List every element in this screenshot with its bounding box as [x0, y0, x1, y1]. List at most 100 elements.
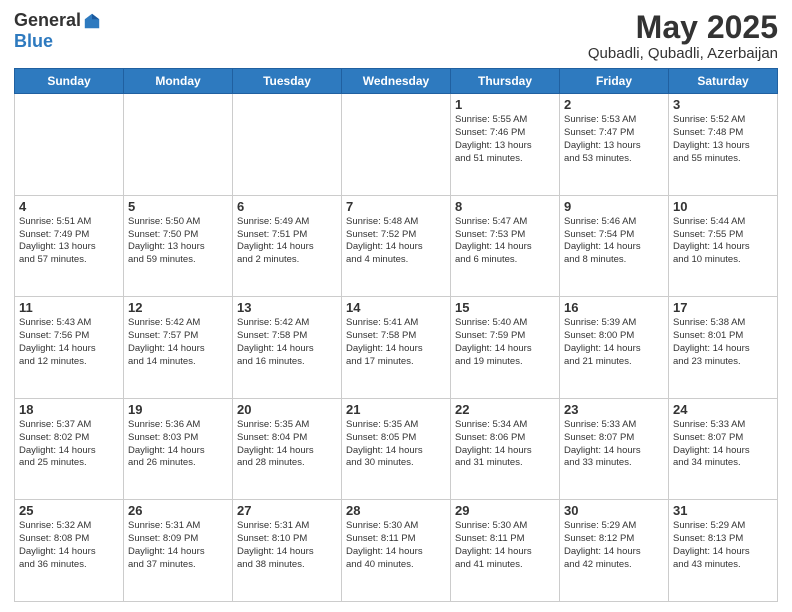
- calendar-cell: 27 Sunrise: 5:31 AM Sunset: 8:10 PM Dayli…: [233, 500, 342, 602]
- day-info: Sunrise: 5:39 AM Sunset: 8:00 PM Dayligh…: [564, 317, 664, 368]
- calendar-table: SundayMondayTuesdayWednesdayThursdayFrid…: [14, 68, 778, 602]
- day-info: Sunrise: 5:55 AM Sunset: 7:46 PM Dayligh…: [455, 114, 555, 165]
- day-info: Sunrise: 5:42 AM Sunset: 7:58 PM Dayligh…: [237, 317, 337, 368]
- day-number: 9: [564, 199, 664, 214]
- day-number: 31: [673, 503, 773, 518]
- calendar-cell: 23 Sunrise: 5:33 AM Sunset: 8:07 PM Dayli…: [560, 398, 669, 500]
- day-number: 27: [237, 503, 337, 518]
- day-number: 26: [128, 503, 228, 518]
- calendar-cell: 15 Sunrise: 5:40 AM Sunset: 7:59 PM Dayli…: [451, 297, 560, 399]
- day-number: 29: [455, 503, 555, 518]
- logo-icon: [83, 12, 101, 30]
- calendar-cell: 21Sunrise: 5:35 AM Sunset: 8:05 PM Dayli…: [342, 398, 451, 500]
- calendar-cell: 31 Sunrise: 5:29 AM Sunset: 8:13 PM Dayli…: [669, 500, 778, 602]
- calendar-cell: 4Sunrise: 5:51 AM Sunset: 7:49 PM Daylig…: [15, 195, 124, 297]
- calendar-cell: 12 Sunrise: 5:42 AM Sunset: 7:57 PM Dayli…: [124, 297, 233, 399]
- day-info: Sunrise: 5:34 AM Sunset: 8:06 PM Dayligh…: [455, 419, 555, 470]
- logo-blue: Blue: [14, 31, 53, 51]
- day-number: 17: [673, 300, 773, 315]
- day-number: 16: [564, 300, 664, 315]
- calendar-cell: 20 Sunrise: 5:35 AM Sunset: 8:04 PM Dayli…: [233, 398, 342, 500]
- day-number: 20: [237, 402, 337, 417]
- day-header-saturday: Saturday: [669, 69, 778, 94]
- day-number: 6: [237, 199, 337, 214]
- calendar-cell: 1Sunrise: 5:55 AM Sunset: 7:46 PM Daylig…: [451, 94, 560, 196]
- day-number: 25: [19, 503, 119, 518]
- day-info: Sunrise: 5:40 AM Sunset: 7:59 PM Dayligh…: [455, 317, 555, 368]
- day-number: 14: [346, 300, 446, 315]
- page: General Blue May 2025 Qubadli, Qubadli, …: [0, 0, 792, 612]
- day-number: 2: [564, 97, 664, 112]
- calendar-cell: 17Sunrise: 5:38 AM Sunset: 8:01 PM Dayli…: [669, 297, 778, 399]
- day-info: Sunrise: 5:46 AM Sunset: 7:54 PM Dayligh…: [564, 216, 664, 267]
- location: Qubadli, Qubadli, Azerbaijan: [588, 45, 778, 62]
- day-info: Sunrise: 5:31 AM Sunset: 8:10 PM Dayligh…: [237, 520, 337, 571]
- calendar-cell: 25 Sunrise: 5:32 AM Sunset: 8:08 PM Dayli…: [15, 500, 124, 602]
- calendar-cell: 6Sunrise: 5:49 AM Sunset: 7:51 PM Daylig…: [233, 195, 342, 297]
- day-number: 7: [346, 199, 446, 214]
- day-info: Sunrise: 5:30 AM Sunset: 8:11 PM Dayligh…: [455, 520, 555, 571]
- calendar-cell: 2Sunrise: 5:53 AM Sunset: 7:47 PM Daylig…: [560, 94, 669, 196]
- day-info: Sunrise: 5:30 AM Sunset: 8:11 PM Dayligh…: [346, 520, 446, 571]
- calendar-cell: 28 Sunrise: 5:30 AM Sunset: 8:11 PM Dayli…: [342, 500, 451, 602]
- calendar-cell: 14Sunrise: 5:41 AM Sunset: 7:58 PM Dayli…: [342, 297, 451, 399]
- day-info: Sunrise: 5:42 AM Sunset: 7:57 PM Dayligh…: [128, 317, 228, 368]
- day-number: 3: [673, 97, 773, 112]
- calendar-cell: 30Sunrise: 5:29 AM Sunset: 8:12 PM Dayli…: [560, 500, 669, 602]
- day-number: 22: [455, 402, 555, 417]
- day-info: Sunrise: 5:37 AM Sunset: 8:02 PM Dayligh…: [19, 419, 119, 470]
- calendar-header-row: SundayMondayTuesdayWednesdayThursdayFrid…: [15, 69, 778, 94]
- day-header-thursday: Thursday: [451, 69, 560, 94]
- day-info: Sunrise: 5:44 AM Sunset: 7:55 PM Dayligh…: [673, 216, 773, 267]
- day-info: Sunrise: 5:50 AM Sunset: 7:50 PM Dayligh…: [128, 216, 228, 267]
- logo: General Blue: [14, 10, 101, 52]
- day-info: Sunrise: 5:47 AM Sunset: 7:53 PM Dayligh…: [455, 216, 555, 267]
- calendar-cell: [233, 94, 342, 196]
- day-info: Sunrise: 5:48 AM Sunset: 7:52 PM Dayligh…: [346, 216, 446, 267]
- calendar-cell: 10Sunrise: 5:44 AM Sunset: 7:55 PM Dayli…: [669, 195, 778, 297]
- calendar-cell: 19Sunrise: 5:36 AM Sunset: 8:03 PM Dayli…: [124, 398, 233, 500]
- header: General Blue May 2025 Qubadli, Qubadli, …: [14, 10, 778, 62]
- day-number: 15: [455, 300, 555, 315]
- day-info: Sunrise: 5:33 AM Sunset: 8:07 PM Dayligh…: [564, 419, 664, 470]
- day-number: 21: [346, 402, 446, 417]
- calendar-cell: [124, 94, 233, 196]
- day-number: 13: [237, 300, 337, 315]
- day-header-monday: Monday: [124, 69, 233, 94]
- calendar-cell: 29 Sunrise: 5:30 AM Sunset: 8:11 PM Dayli…: [451, 500, 560, 602]
- day-number: 5: [128, 199, 228, 214]
- calendar-cell: 8 Sunrise: 5:47 AM Sunset: 7:53 PM Daylig…: [451, 195, 560, 297]
- calendar-cell: 3Sunrise: 5:52 AM Sunset: 7:48 PM Daylig…: [669, 94, 778, 196]
- day-number: 11: [19, 300, 119, 315]
- calendar-cell: 13 Sunrise: 5:42 AM Sunset: 7:58 PM Dayli…: [233, 297, 342, 399]
- calendar-cell: 11Sunrise: 5:43 AM Sunset: 7:56 PM Dayli…: [15, 297, 124, 399]
- calendar-week-1: 1Sunrise: 5:55 AM Sunset: 7:46 PM Daylig…: [15, 94, 778, 196]
- day-number: 19: [128, 402, 228, 417]
- calendar-cell: 5 Sunrise: 5:50 AM Sunset: 7:50 PM Daylig…: [124, 195, 233, 297]
- day-header-wednesday: Wednesday: [342, 69, 451, 94]
- day-info: Sunrise: 5:29 AM Sunset: 8:12 PM Dayligh…: [564, 520, 664, 571]
- logo-general: General: [14, 10, 81, 31]
- calendar-cell: 26 Sunrise: 5:31 AM Sunset: 8:09 PM Dayli…: [124, 500, 233, 602]
- day-header-friday: Friday: [560, 69, 669, 94]
- calendar-week-2: 4Sunrise: 5:51 AM Sunset: 7:49 PM Daylig…: [15, 195, 778, 297]
- day-info: Sunrise: 5:31 AM Sunset: 8:09 PM Dayligh…: [128, 520, 228, 571]
- day-number: 23: [564, 402, 664, 417]
- day-info: Sunrise: 5:32 AM Sunset: 8:08 PM Dayligh…: [19, 520, 119, 571]
- calendar-cell: 7 Sunrise: 5:48 AM Sunset: 7:52 PM Daylig…: [342, 195, 451, 297]
- day-info: Sunrise: 5:35 AM Sunset: 8:04 PM Dayligh…: [237, 419, 337, 470]
- day-number: 28: [346, 503, 446, 518]
- calendar-cell: [342, 94, 451, 196]
- calendar-cell: 9 Sunrise: 5:46 AM Sunset: 7:54 PM Daylig…: [560, 195, 669, 297]
- calendar-cell: 22 Sunrise: 5:34 AM Sunset: 8:06 PM Dayli…: [451, 398, 560, 500]
- calendar-cell: 18 Sunrise: 5:37 AM Sunset: 8:02 PM Dayli…: [15, 398, 124, 500]
- calendar-cell: 24Sunrise: 5:33 AM Sunset: 8:07 PM Dayli…: [669, 398, 778, 500]
- calendar-cell: 16 Sunrise: 5:39 AM Sunset: 8:00 PM Dayli…: [560, 297, 669, 399]
- day-header-tuesday: Tuesday: [233, 69, 342, 94]
- day-number: 12: [128, 300, 228, 315]
- day-number: 8: [455, 199, 555, 214]
- day-info: Sunrise: 5:33 AM Sunset: 8:07 PM Dayligh…: [673, 419, 773, 470]
- day-number: 18: [19, 402, 119, 417]
- calendar-week-3: 11Sunrise: 5:43 AM Sunset: 7:56 PM Dayli…: [15, 297, 778, 399]
- day-info: Sunrise: 5:29 AM Sunset: 8:13 PM Dayligh…: [673, 520, 773, 571]
